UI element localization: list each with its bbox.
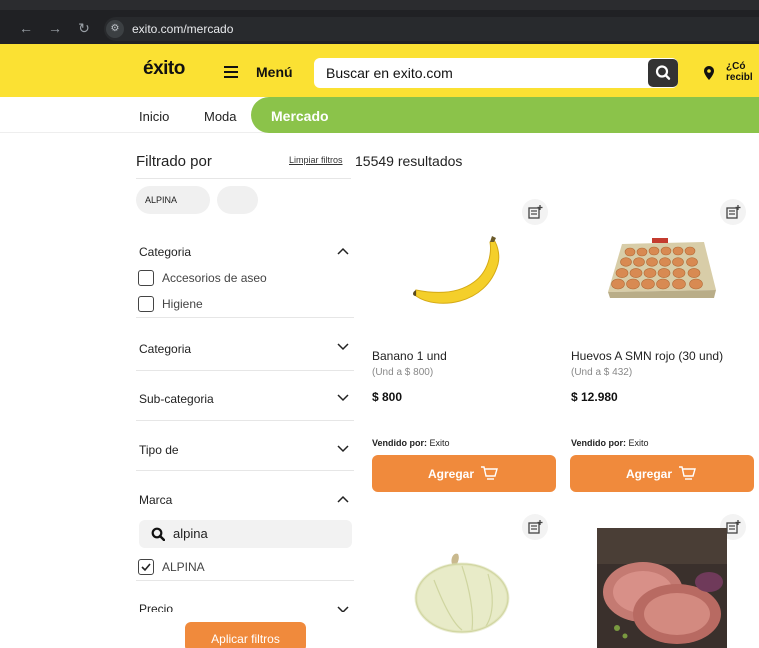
menu-button[interactable]: Menú bbox=[256, 64, 293, 80]
product-seller: Vendido por: Exito bbox=[372, 438, 450, 448]
location-pin-icon[interactable] bbox=[704, 66, 714, 80]
list-add-icon bbox=[726, 205, 741, 219]
apply-filters-button[interactable]: Aplicar filtros bbox=[185, 622, 306, 648]
list-add-icon bbox=[528, 205, 543, 219]
active-filter-chip[interactable]: ALPINA bbox=[136, 186, 210, 214]
product-unit-price: (Und a $ 800) bbox=[372, 367, 434, 378]
arrow-right-icon[interactable]: → bbox=[47, 20, 63, 36]
chevron-down-icon[interactable] bbox=[337, 343, 349, 351]
add-to-cart-button[interactable]: Agregar bbox=[372, 455, 556, 492]
category-moda[interactable]: Moda bbox=[204, 109, 237, 124]
add-to-cart-button[interactable]: Agregar bbox=[570, 455, 754, 492]
url-text[interactable]: exito.com/mercado bbox=[132, 22, 233, 36]
checkbox[interactable] bbox=[138, 270, 154, 286]
filter-marca-title[interactable]: Marca bbox=[139, 493, 172, 507]
arrow-left-icon[interactable]: ← bbox=[18, 20, 34, 36]
divider bbox=[136, 178, 351, 179]
search-icon bbox=[655, 65, 671, 80]
product-unit-price: (Und a $ 432) bbox=[571, 367, 633, 378]
filter-tipo-title[interactable]: Tipo de bbox=[139, 443, 179, 457]
search-icon bbox=[151, 527, 165, 541]
product-image-onion[interactable] bbox=[414, 550, 512, 634]
product-name[interactable]: Banano 1 und bbox=[372, 349, 447, 363]
category-inicio[interactable]: Inicio bbox=[139, 109, 169, 124]
delivery-location-prompt[interactable]: ¿Có recibl bbox=[726, 61, 759, 83]
search-button[interactable] bbox=[648, 59, 678, 87]
product-seller: Vendido por: Exito bbox=[571, 438, 649, 448]
active-filter-chip-empty[interactable] bbox=[217, 186, 258, 214]
product-name[interactable]: Huevos A SMN rojo (30 und) bbox=[571, 349, 723, 363]
product-image-eggs[interactable] bbox=[604, 236, 720, 300]
list-add-icon bbox=[528, 520, 543, 534]
divider bbox=[136, 420, 354, 421]
product-image-pork[interactable] bbox=[597, 528, 727, 648]
search-input[interactable] bbox=[326, 65, 626, 81]
chevron-down-icon[interactable] bbox=[337, 445, 349, 453]
filter-precio-title[interactable]: Precio bbox=[139, 602, 173, 612]
add-to-list-button[interactable] bbox=[522, 199, 548, 225]
clear-filters-link[interactable]: Limpiar filtros bbox=[289, 155, 343, 165]
tune-icon[interactable]: ⚙ bbox=[106, 20, 124, 38]
checkbox[interactable] bbox=[138, 296, 154, 312]
divider bbox=[136, 317, 354, 318]
add-to-list-button[interactable] bbox=[522, 514, 548, 540]
category-mercado-active[interactable]: Mercado bbox=[251, 97, 759, 133]
divider bbox=[136, 370, 354, 371]
results-count: 15549 resultados bbox=[355, 153, 463, 169]
filter-subcategoria-title[interactable]: Sub-categoria bbox=[139, 392, 214, 406]
product-price: $ 12.980 bbox=[571, 390, 618, 404]
divider bbox=[136, 470, 354, 471]
product-image-banana[interactable] bbox=[406, 234, 510, 318]
reload-icon[interactable]: ↻ bbox=[76, 20, 92, 36]
hamburger-menu-icon[interactable] bbox=[224, 66, 238, 78]
filters-title: Filtrado por bbox=[136, 153, 212, 170]
checkbox-checked[interactable] bbox=[138, 559, 154, 575]
checkmark-icon bbox=[141, 563, 151, 572]
filter-categoria-2-title[interactable]: Categoria bbox=[139, 342, 191, 356]
filter-categoria-title[interactable]: Categoria bbox=[139, 245, 191, 259]
chevron-up-icon[interactable] bbox=[337, 495, 349, 503]
product-price: $ 800 bbox=[372, 390, 403, 404]
tab-strip bbox=[0, 0, 759, 10]
brand-search-input[interactable] bbox=[173, 526, 343, 541]
exito-logo[interactable]: éxito bbox=[143, 58, 185, 80]
divider bbox=[136, 580, 354, 581]
chevron-up-icon[interactable] bbox=[337, 247, 349, 255]
add-to-list-button[interactable] bbox=[720, 199, 746, 225]
chevron-down-icon[interactable] bbox=[337, 394, 349, 402]
cart-icon bbox=[679, 466, 696, 480]
cart-icon bbox=[481, 466, 498, 480]
